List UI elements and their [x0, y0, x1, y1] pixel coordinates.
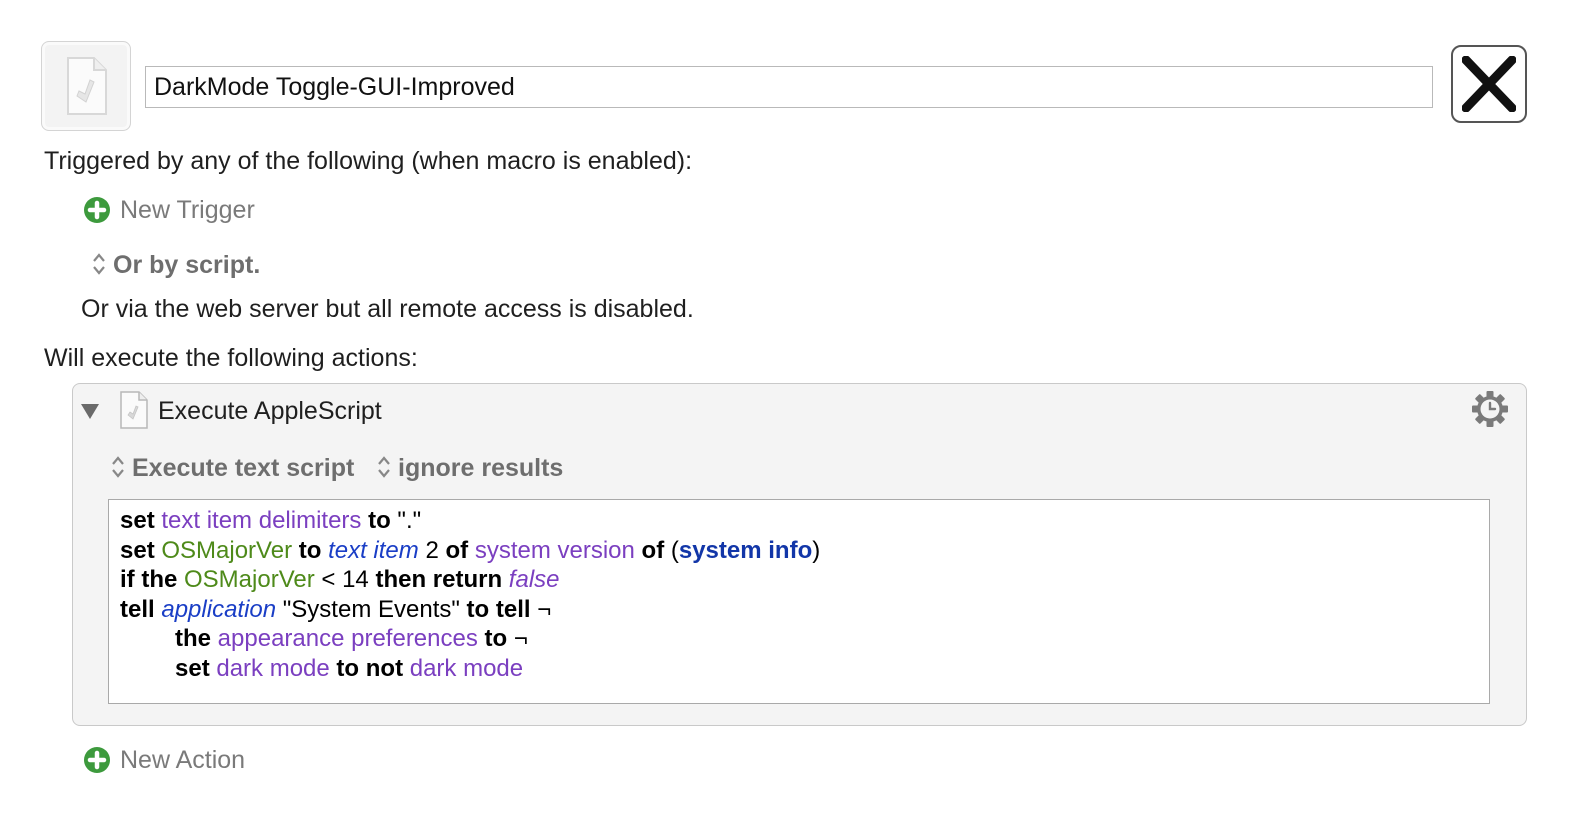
- code-literal: ".": [397, 507, 422, 534]
- code-literal: < 14: [321, 566, 369, 594]
- code-keyword: to not: [336, 654, 404, 682]
- triggers-heading: Triggered by any of the following (when …: [44, 147, 693, 175]
- script-line: set text item delimiters to ".": [120, 506, 1478, 536]
- script-line: set OSMajorVer to text item 2 of system …: [120, 536, 1478, 566]
- script-mode-popup[interactable]: Execute text script: [110, 453, 354, 483]
- code-punct: ): [812, 536, 821, 564]
- or-by-script-popup[interactable]: Or by script.: [91, 250, 260, 280]
- code-command: system info: [678, 536, 813, 564]
- macro-icon-well[interactable]: [41, 41, 131, 131]
- code-property: dark mode: [409, 654, 524, 682]
- code-keyword: of: [445, 536, 469, 564]
- code-property: dark mode: [216, 654, 330, 682]
- close-button[interactable]: [1451, 45, 1527, 123]
- script-line: tell application "System Events" to tell…: [120, 595, 1478, 625]
- code-keyword: to tell: [466, 595, 531, 623]
- new-trigger-label: New Trigger: [120, 196, 255, 224]
- results-popup[interactable]: ignore results: [376, 453, 563, 483]
- code-keyword: of: [641, 536, 665, 564]
- plus-circle-icon: [84, 197, 110, 223]
- code-keyword: if the: [120, 566, 178, 594]
- script-line: set dark mode to not dark mode: [120, 654, 1478, 684]
- code-literal: 2: [425, 536, 439, 564]
- code-constant: false: [508, 566, 560, 594]
- code-keyword: the: [175, 625, 211, 653]
- new-action-label: New Action: [120, 746, 246, 774]
- code-continuation: ¬: [537, 595, 552, 623]
- code-class: application: [161, 595, 277, 623]
- code-class: text item: [328, 536, 419, 564]
- script-mode-label: Execute text script: [132, 454, 355, 482]
- code-property: system version: [474, 536, 635, 564]
- up-down-stepper-icon: [112, 456, 124, 478]
- up-down-stepper-icon: [93, 253, 105, 275]
- code-keyword: set: [120, 507, 155, 534]
- script-line: if the OSMajorVer < 14 then return false: [120, 565, 1478, 595]
- code-variable: OSMajorVer: [184, 566, 315, 594]
- code-keyword: set: [120, 536, 155, 564]
- code-keyword: to: [484, 625, 508, 653]
- code-keyword: set: [175, 654, 210, 682]
- code-property: appearance preferences: [217, 625, 478, 653]
- macro-name-field[interactable]: [145, 66, 1433, 108]
- code-continuation: ¬: [513, 625, 528, 653]
- script-document-icon: [67, 57, 107, 115]
- actions-heading: Will execute the following actions:: [44, 344, 418, 372]
- code-keyword: then return: [375, 566, 503, 594]
- code-keyword: tell: [120, 595, 155, 623]
- code-punct: (: [670, 536, 679, 564]
- code-literal: "System Events": [282, 595, 460, 623]
- code-keyword: to: [298, 536, 322, 564]
- applescript-document-icon: [120, 391, 148, 429]
- action-title: Execute AppleScript: [158, 397, 382, 425]
- gear-icon[interactable]: [1471, 390, 1509, 428]
- web-server-note: Or via the web server but all remote acc…: [81, 295, 694, 323]
- code-variable: OSMajorVer: [161, 536, 293, 564]
- code-property: text item delimiters: [161, 507, 362, 534]
- close-x-icon: [1462, 56, 1516, 112]
- plus-circle-icon: [84, 747, 110, 773]
- up-down-stepper-icon: [378, 456, 390, 478]
- code-keyword: to: [368, 507, 391, 534]
- script-editor[interactable]: set text item delimiters to "." set OSMa…: [108, 499, 1490, 704]
- results-label: ignore results: [398, 454, 564, 482]
- script-line: the appearance preferences to ¬: [120, 624, 1478, 654]
- or-by-script-label: Or by script.: [113, 251, 261, 279]
- disclosure-triangle-icon[interactable]: [80, 402, 100, 420]
